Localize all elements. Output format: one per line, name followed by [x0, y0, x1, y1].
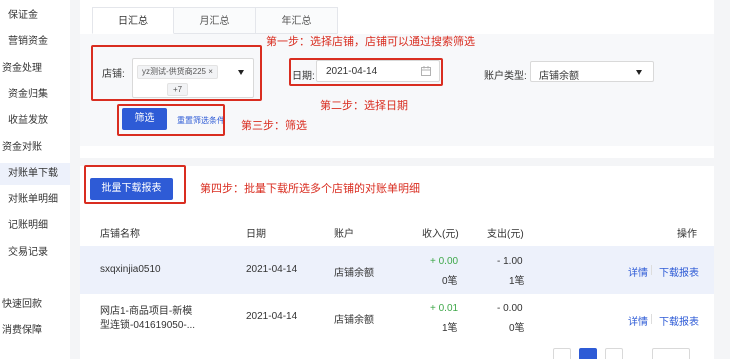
row-account: 店铺余额 — [334, 315, 374, 326]
detail-link[interactable]: 详情 — [628, 264, 648, 279]
sidebar-item-consumer-protection[interactable]: 消费保障 — [0, 320, 70, 342]
chevron-down-icon — [636, 70, 642, 75]
filter-button[interactable]: 筛选 — [122, 108, 167, 130]
detail-link[interactable]: 详情 — [628, 313, 648, 328]
row-store-name: sxqxinjia0510 — [100, 264, 161, 275]
table-header-row — [80, 210, 714, 246]
table-row — [80, 246, 714, 294]
row-date: 2021-04-14 — [246, 311, 298, 322]
store-select[interactable]: yz测试-供货商225 × +7 — [132, 58, 254, 98]
pagination-jump-input[interactable] — [652, 348, 690, 359]
sidebar-item-statement-details[interactable]: 对账单明细 — [0, 189, 70, 211]
store-chip-label: yz测试-供货商225 — [142, 67, 207, 76]
tab-yearly-summary[interactable]: 年汇总 — [256, 7, 338, 34]
row-date: 2021-04-14 — [246, 264, 298, 275]
row-expense-count: 1笔 — [509, 276, 525, 287]
column-header-operations: 操作 — [677, 229, 697, 240]
row-income-count: 0笔 — [442, 276, 458, 287]
sidebar-item-transactions[interactable]: 交易记录 — [0, 242, 70, 264]
date-label: 日期: — [292, 71, 315, 82]
column-header-store: 店铺名称 — [100, 229, 140, 240]
sidebar: 保证金 营销资金 资金处理 资金归集 收益发放 资金对账 对账单下载 对账单明细… — [0, 0, 70, 359]
download-report-link[interactable]: 下载报表 — [659, 313, 699, 328]
chevron-down-icon — [238, 70, 244, 75]
row-expense: - 1.00 — [497, 256, 523, 267]
row-expense-count: 0笔 — [509, 323, 525, 334]
row-income: + 0.00 — [430, 256, 459, 267]
step2-note: 第二步：选择日期 — [320, 100, 408, 112]
filter-card: 日汇总 月汇总 年汇总 店铺: yz测试-供货商225 × +7 日期: 202… — [80, 0, 714, 158]
pagination-next[interactable] — [605, 348, 623, 359]
sidebar-group-reconciliation[interactable]: 资金对账 — [0, 137, 70, 159]
date-value: 2021-04-14 — [326, 66, 378, 77]
account-type-value: 店铺余额 — [539, 71, 579, 82]
calendar-icon — [421, 66, 431, 76]
column-header-account: 账户 — [334, 229, 354, 240]
download-report-link[interactable]: 下载报表 — [659, 264, 699, 279]
reset-filters-link[interactable]: 重置筛选条件 — [177, 115, 225, 126]
sidebar-item-deposit[interactable]: 保证金 — [0, 5, 70, 27]
store-chip[interactable]: yz测试-供货商225 × — [137, 65, 218, 79]
store-more-count: +7 — [167, 83, 189, 96]
pagination-current-page[interactable] — [579, 348, 597, 359]
row-expense: - 0.00 — [497, 303, 523, 314]
tab-daily-summary[interactable]: 日汇总 — [92, 7, 174, 34]
date-picker[interactable]: 2021-04-14 — [316, 60, 440, 82]
divider — [651, 314, 652, 324]
sidebar-group-fund-processing[interactable]: 资金处理 — [0, 58, 70, 80]
account-type-select[interactable]: 店铺余额 — [530, 61, 654, 82]
store-label: 店铺: — [102, 69, 125, 80]
row-income: + 0.01 — [430, 303, 459, 314]
step3-note: 第三步：筛选 — [241, 120, 307, 132]
batch-download-button[interactable]: 批量下载报表 — [90, 178, 173, 200]
sidebar-item-fund-collection[interactable]: 资金归集 — [0, 84, 70, 106]
tab-monthly-summary[interactable]: 月汇总 — [174, 7, 256, 34]
divider — [651, 265, 652, 275]
step1-note: 第一步：选择店铺，店铺可以通过搜索筛选 — [266, 36, 475, 48]
account-type-label: 账户类型: — [484, 71, 527, 82]
filter-panel: 店铺: yz测试-供货商225 × +7 日期: 2021-04-14 账户类型… — [80, 34, 714, 146]
sidebar-item-income-distribution[interactable]: 收益发放 — [0, 110, 70, 132]
column-header-expense: 支出(元) — [487, 229, 524, 240]
pagination-prev[interactable] — [553, 348, 571, 359]
step4-note: 第四步：批量下载所选多个店铺的对账单明细 — [200, 183, 420, 195]
chip-close-icon[interactable]: × — [208, 67, 213, 76]
row-account: 店铺余额 — [334, 268, 374, 279]
sidebar-item-ledger-details[interactable]: 记账明细 — [0, 215, 70, 237]
column-header-income: 收入(元) — [422, 229, 459, 240]
row-store-name: 网店1-商品项目-新模 — [100, 306, 193, 317]
sidebar-item-statement-download[interactable]: 对账单下载 — [0, 163, 70, 185]
row-store-name-cont: 型连锁-041619050-... — [100, 320, 196, 331]
summary-tabs: 日汇总 月汇总 年汇总 — [92, 7, 338, 34]
row-income-count: 1笔 — [442, 323, 458, 334]
sidebar-item-marketing-funds[interactable]: 营销资金 — [0, 31, 70, 53]
column-header-date: 日期 — [246, 229, 266, 240]
sidebar-item-quick-payout[interactable]: 快速回款 — [0, 294, 70, 316]
